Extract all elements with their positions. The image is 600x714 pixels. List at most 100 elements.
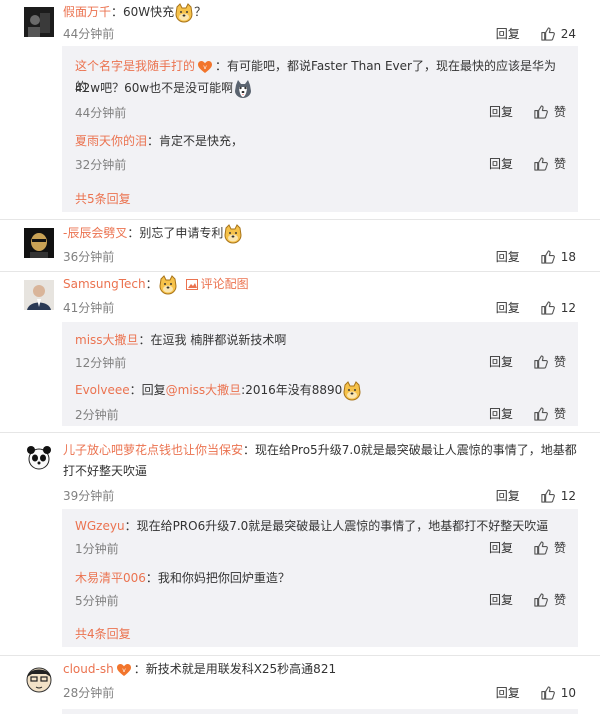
husky-emoji-icon [233,79,253,99]
like-label: 赞 [553,157,566,171]
reply-button[interactable]: 回复 [489,539,513,556]
reply-box: WGzeyu：现在给PRO6升级7.0就是最突破最让人震惊的事情了，地基都打不好… [62,509,578,647]
thumb-up-icon [540,685,555,700]
reply-text: ：现在给PRO6升级7.0就是最突破最让人震惊的事情了，地基都打不好整天吹逼 [124,519,549,533]
mention-link[interactable]: @miss大撒旦 [166,383,242,397]
like-button[interactable]: 赞 [533,539,566,556]
doge-emoji-icon [342,381,362,401]
reply-text-line2: 42w吧？60w也不是没可能啊 [75,81,234,95]
like-button[interactable]: 赞 [533,405,566,422]
reply-button[interactable]: 回复 [496,684,520,701]
thumb-up-icon [540,26,555,41]
comment-username[interactable]: 儿子放心吧萝花点钱也让你当保安 [63,443,243,457]
reply-username[interactable]: WGzeyu [75,519,125,533]
comment-text-line2: 打不好整天吹逼 [63,464,148,478]
comment-item: cloud-sh ：新技术就是用联发科X25秒高通821 28分钟前 回复 10 [0,656,600,714]
reply-button[interactable]: 回复 [489,103,513,120]
like-count: 10 [560,685,576,700]
reply-text: ：我和你妈把你回炉重造？ [145,571,290,585]
comment-item: 假面万千：60W快充 ？ 44分钟前 回复 24 这个名字是我随手打的 ：有可能吧，… [0,0,600,214]
like-button[interactable]: 12 [540,488,576,503]
reply-box-edge [62,709,578,714]
thumb-up-icon [533,540,548,555]
like-count: 18 [560,249,576,264]
comment-image-link[interactable]: 评论配图 [185,277,249,291]
image-icon [185,279,198,290]
reply-username[interactable]: 夏雨天你的泪 [75,134,147,148]
comment-time: 28分钟前 [63,686,115,700]
comment-username[interactable]: 假面万千 [63,5,111,19]
like-button[interactable]: 赞 [533,353,566,370]
comment-time: 41分钟前 [63,301,115,315]
reply-button[interactable]: 回复 [496,25,520,42]
reply-text: ：在逗我 楠胖都说新技术啊 [138,333,287,347]
reply-username[interactable]: miss大撒旦 [75,333,139,347]
reply-button[interactable]: 回复 [496,248,520,265]
doge-emoji-icon [158,275,178,295]
comment-item: 儿子放心吧萝花点钱也让你当保安：现在给Pro5升级7.0就是最突破最让人震惊的事… [0,433,600,653]
avatar[interactable] [24,443,54,473]
reply-text-after: :2016年没有8890 [241,383,343,397]
avatar[interactable] [24,665,54,695]
more-replies-link[interactable]: 共5条回复 [75,190,131,207]
like-button[interactable]: 赞 [533,103,566,120]
reply-username[interactable]: 这个名字是我随手打的 [75,59,195,73]
avatar[interactable] [24,7,54,37]
reply-time: 5分钟前 [75,594,119,608]
reply-button[interactable]: 回复 [489,155,513,172]
comment-text-tail: ？ [194,5,207,19]
comment-text: ：别忘了申请专利 [127,226,224,240]
doge-emoji-icon [174,3,194,23]
thumb-up-icon [540,249,555,264]
comment-username[interactable]: cloud-sh [63,662,114,676]
avatar[interactable] [24,228,54,258]
thumb-up-icon [533,592,548,607]
like-label: 赞 [553,105,566,119]
comment-item: SamsungTech： 评论配图 41分钟前 回复 12 miss大撒旦：在逗我… [0,272,600,428]
thumb-up-icon [533,406,548,421]
reply-box: 这个名字是我随手打的 ：有可能吧，都说Faster Than Ever了，现在最快… [62,46,578,212]
reply-text: ：回复 [129,383,166,397]
comment-time: 36分钟前 [63,250,115,264]
thumb-up-icon [533,156,548,171]
reply-button[interactable]: 回复 [496,487,520,504]
like-button[interactable]: 赞 [533,155,566,172]
avatar[interactable] [24,280,54,310]
like-button[interactable]: 18 [540,249,576,264]
reply-button[interactable]: 回复 [496,299,520,316]
like-label: 赞 [553,407,566,421]
comment-text: ：新技术就是用联发科X25秒高通821 [133,662,337,676]
like-label: 赞 [553,541,566,555]
like-button[interactable]: 12 [540,300,576,315]
reply-button[interactable]: 回复 [489,405,513,422]
comment-username[interactable]: -辰辰会劈叉 [63,226,127,240]
like-count: 12 [560,488,576,503]
like-count: 12 [560,300,576,315]
comment-username[interactable]: SamsungTech [63,277,146,291]
comment-item: -辰辰会劈叉：别忘了申请专利 36分钟前 回复 18 [0,220,600,270]
like-label: 赞 [553,355,566,369]
reply-username[interactable]: 木易清平006 [75,571,146,585]
doge-emoji-icon [223,224,243,244]
vip-badge-icon [116,663,132,677]
more-replies-link[interactable]: 共4条回复 [75,625,131,642]
like-label: 赞 [553,593,566,607]
comment-time: 44分钟前 [63,27,115,41]
reply-username[interactable]: Evolveee [75,383,130,397]
reply-time: 44分钟前 [75,106,127,120]
like-button[interactable]: 赞 [533,591,566,608]
thumb-up-icon [540,488,555,503]
reply-time: 12分钟前 [75,356,127,370]
reply-button[interactable]: 回复 [489,353,513,370]
thumb-up-icon [540,300,555,315]
reply-box: miss大撒旦：在逗我 楠胖都说新技术啊 12分钟前 回复 赞 Evolveee… [62,322,578,426]
reply-text: ：肯定不是快充， [147,134,244,148]
like-count: 24 [560,26,576,41]
reply-time: 2分钟前 [75,408,119,422]
like-button[interactable]: 24 [540,26,576,41]
comment-text: ： [145,277,158,291]
thumb-up-icon [533,104,548,119]
comment-text: ：现在给Pro5升级7.0就是最突破最让人震惊的事情了，地基都 [243,443,577,457]
reply-button[interactable]: 回复 [489,591,513,608]
like-button[interactable]: 10 [540,685,576,700]
